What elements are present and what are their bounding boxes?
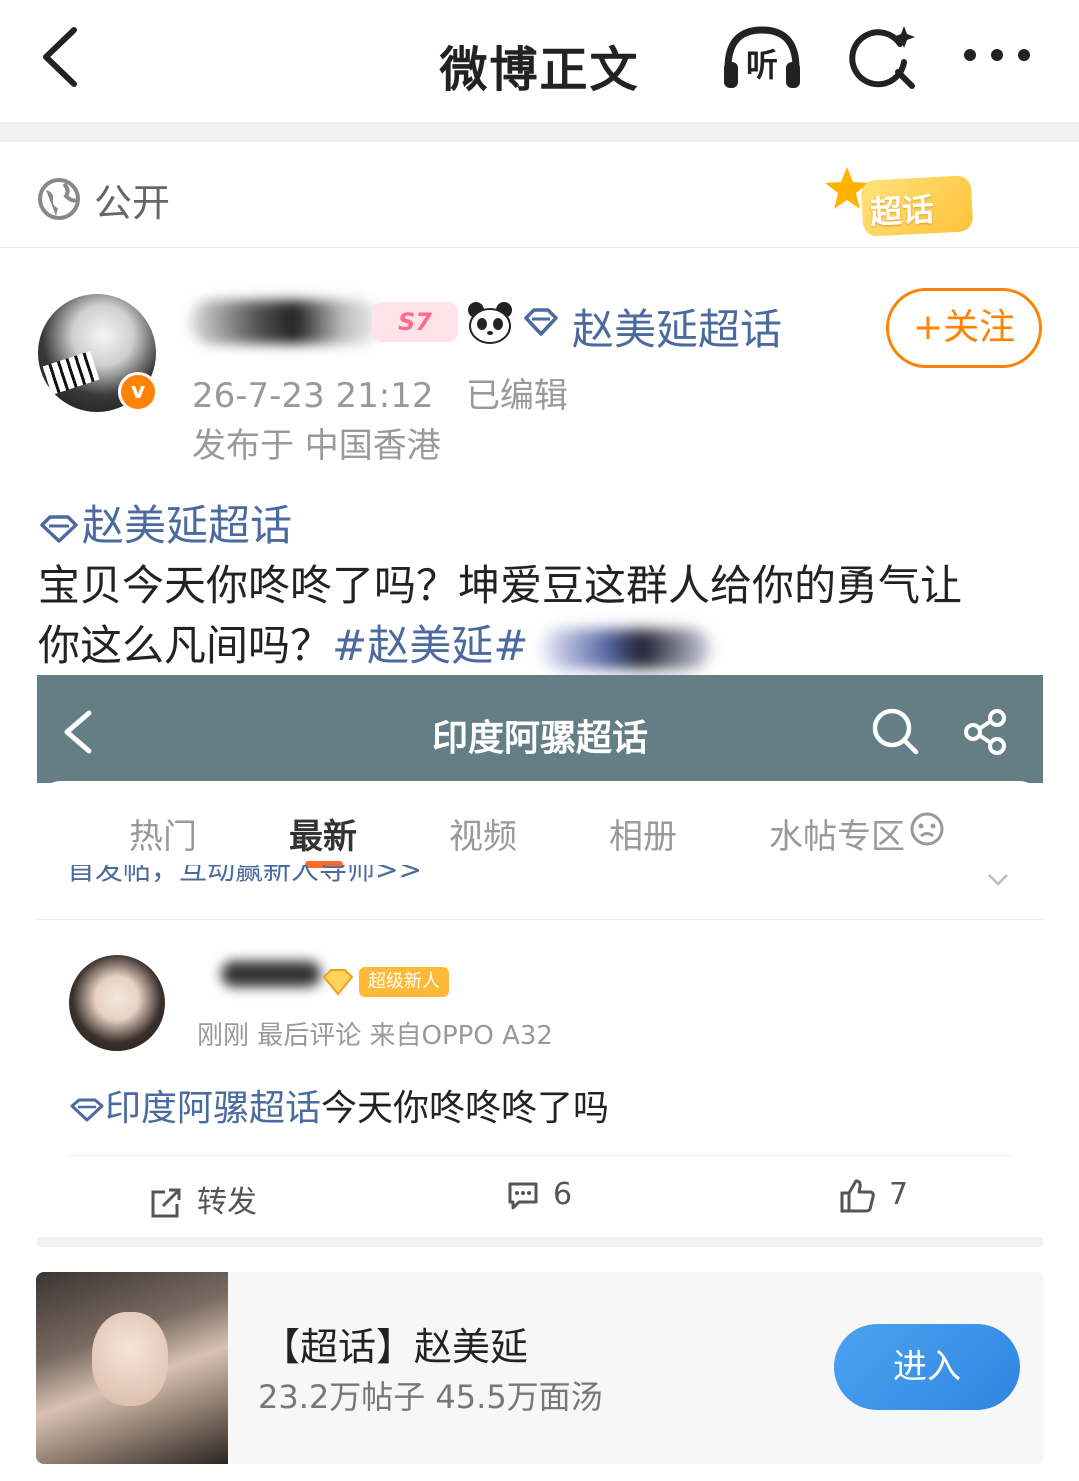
post-text-line2: 你这么凡间吗？#赵美延# [38, 612, 711, 673]
topic-card-stats: 23.2万帖子 45.5万面汤 [258, 1378, 603, 1416]
embedded-username-blurred [221, 961, 321, 987]
follow-button[interactable]: +关注 [886, 288, 1042, 368]
author-topic-link[interactable]: 赵美延超话 [572, 296, 782, 357]
section-divider [0, 122, 1079, 142]
top-nav-bar: 微博正文 听 [0, 0, 1079, 122]
edited-label[interactable]: 已编辑 [466, 376, 568, 416]
topic-card-title: 【超话】赵美延 [262, 1325, 529, 1369]
post-text-prefix: 你这么凡间吗？ [38, 621, 333, 670]
partial-notice: 首发帖，互动赢新人导师>> [67, 865, 422, 886]
post-topic-link[interactable]: 赵美延超话 [38, 492, 292, 553]
avatar-piano-detail [42, 351, 100, 395]
repost-label: 转发 [197, 1185, 257, 1220]
tab-hot: 热门 [129, 817, 197, 857]
listen-headphones-icon[interactable]: 听 [720, 22, 804, 92]
embedded-post-text: 印度阿骡超话今天你咚咚咚了吗 [69, 1079, 609, 1131]
super-topic-card[interactable]: 【超话】赵美延 23.2万帖子 45.5万面汤 进入 [36, 1272, 1044, 1464]
share-icon [964, 709, 1006, 755]
embedded-text: 今天你咚咚咚了吗 [321, 1088, 610, 1129]
comment-action: 6 [507, 1177, 572, 1212]
embedded-user-avatar [69, 955, 165, 1051]
super-topic-badge[interactable]: 超话 [822, 164, 992, 244]
diamond-topic-icon [40, 514, 78, 543]
emoji-face-icon [910, 812, 944, 846]
visibility-label: 公开 [94, 181, 171, 225]
author-name-blurred[interactable] [190, 300, 380, 344]
comment-count: 6 [553, 1177, 573, 1212]
divider [37, 919, 1043, 920]
post-topic-label: 赵美延超话 [82, 501, 293, 550]
tab-water-posts: 水帖专区 [769, 817, 905, 857]
embedded-header: 印度阿骡超话 [37, 675, 1043, 783]
enter-button[interactable]: 进入 [834, 1324, 1020, 1410]
topic-cover-image [36, 1272, 228, 1464]
embedded-topic: 印度阿骡超话 [105, 1088, 322, 1129]
user-badge: 超级新人 [359, 967, 449, 997]
diamond-topic-icon [70, 1098, 104, 1122]
diamond-badge-icon [322, 969, 354, 996]
level-badge: S7 [372, 302, 458, 342]
listen-label: 听 [746, 46, 778, 84]
like-action: 7 [839, 1177, 908, 1213]
hashtag-link[interactable]: #赵美延# [332, 621, 528, 670]
divider [69, 1155, 1013, 1156]
post-location: 发布于 中国香港 [192, 426, 441, 466]
embedded-meta: 刚刚 最后评论 来自OPPO A32 [197, 1021, 553, 1051]
post-text-line1: 宝贝今天你咚咚了吗？坤爱豆这群人给你的勇气让 [38, 561, 963, 610]
globe-icon [38, 178, 80, 220]
post-timestamp: 26-7-23 21:12 已编辑 [192, 368, 568, 417]
timestamp: 26-7-23 21:12 [192, 376, 434, 416]
comment-icon [508, 1182, 538, 1209]
repost-icon [151, 1188, 181, 1217]
embedded-bottom-strip [37, 1237, 1043, 1247]
tab-album: 相册 [609, 817, 677, 857]
thumbs-up-icon [840, 1179, 875, 1212]
verified-badge: v [118, 372, 158, 412]
blurred-mention[interactable] [540, 628, 711, 669]
search-sparkle-icon[interactable] [848, 22, 918, 92]
embedded-screenshot[interactable]: 印度阿骡超话 热门 最新 视频 相册 水帖专区 首发帖，互动赢新人导师>> 超级… [37, 675, 1043, 1247]
panda-icon [468, 302, 512, 344]
tab-video: 视频 [449, 817, 517, 857]
chevron-down-icon [988, 874, 1008, 886]
search-icon [872, 708, 919, 755]
diamond-topic-icon [524, 308, 558, 336]
more-options-icon[interactable] [960, 40, 1034, 70]
like-count: 7 [889, 1177, 909, 1212]
cover-face-detail [92, 1312, 168, 1406]
embedded-tab-bar: 热门 最新 视频 相册 水帖专区 [37, 781, 1043, 873]
repost-action: 转发 [149, 1177, 257, 1221]
badge-label: 超话 [869, 190, 936, 232]
tab-latest: 最新 [289, 817, 357, 857]
